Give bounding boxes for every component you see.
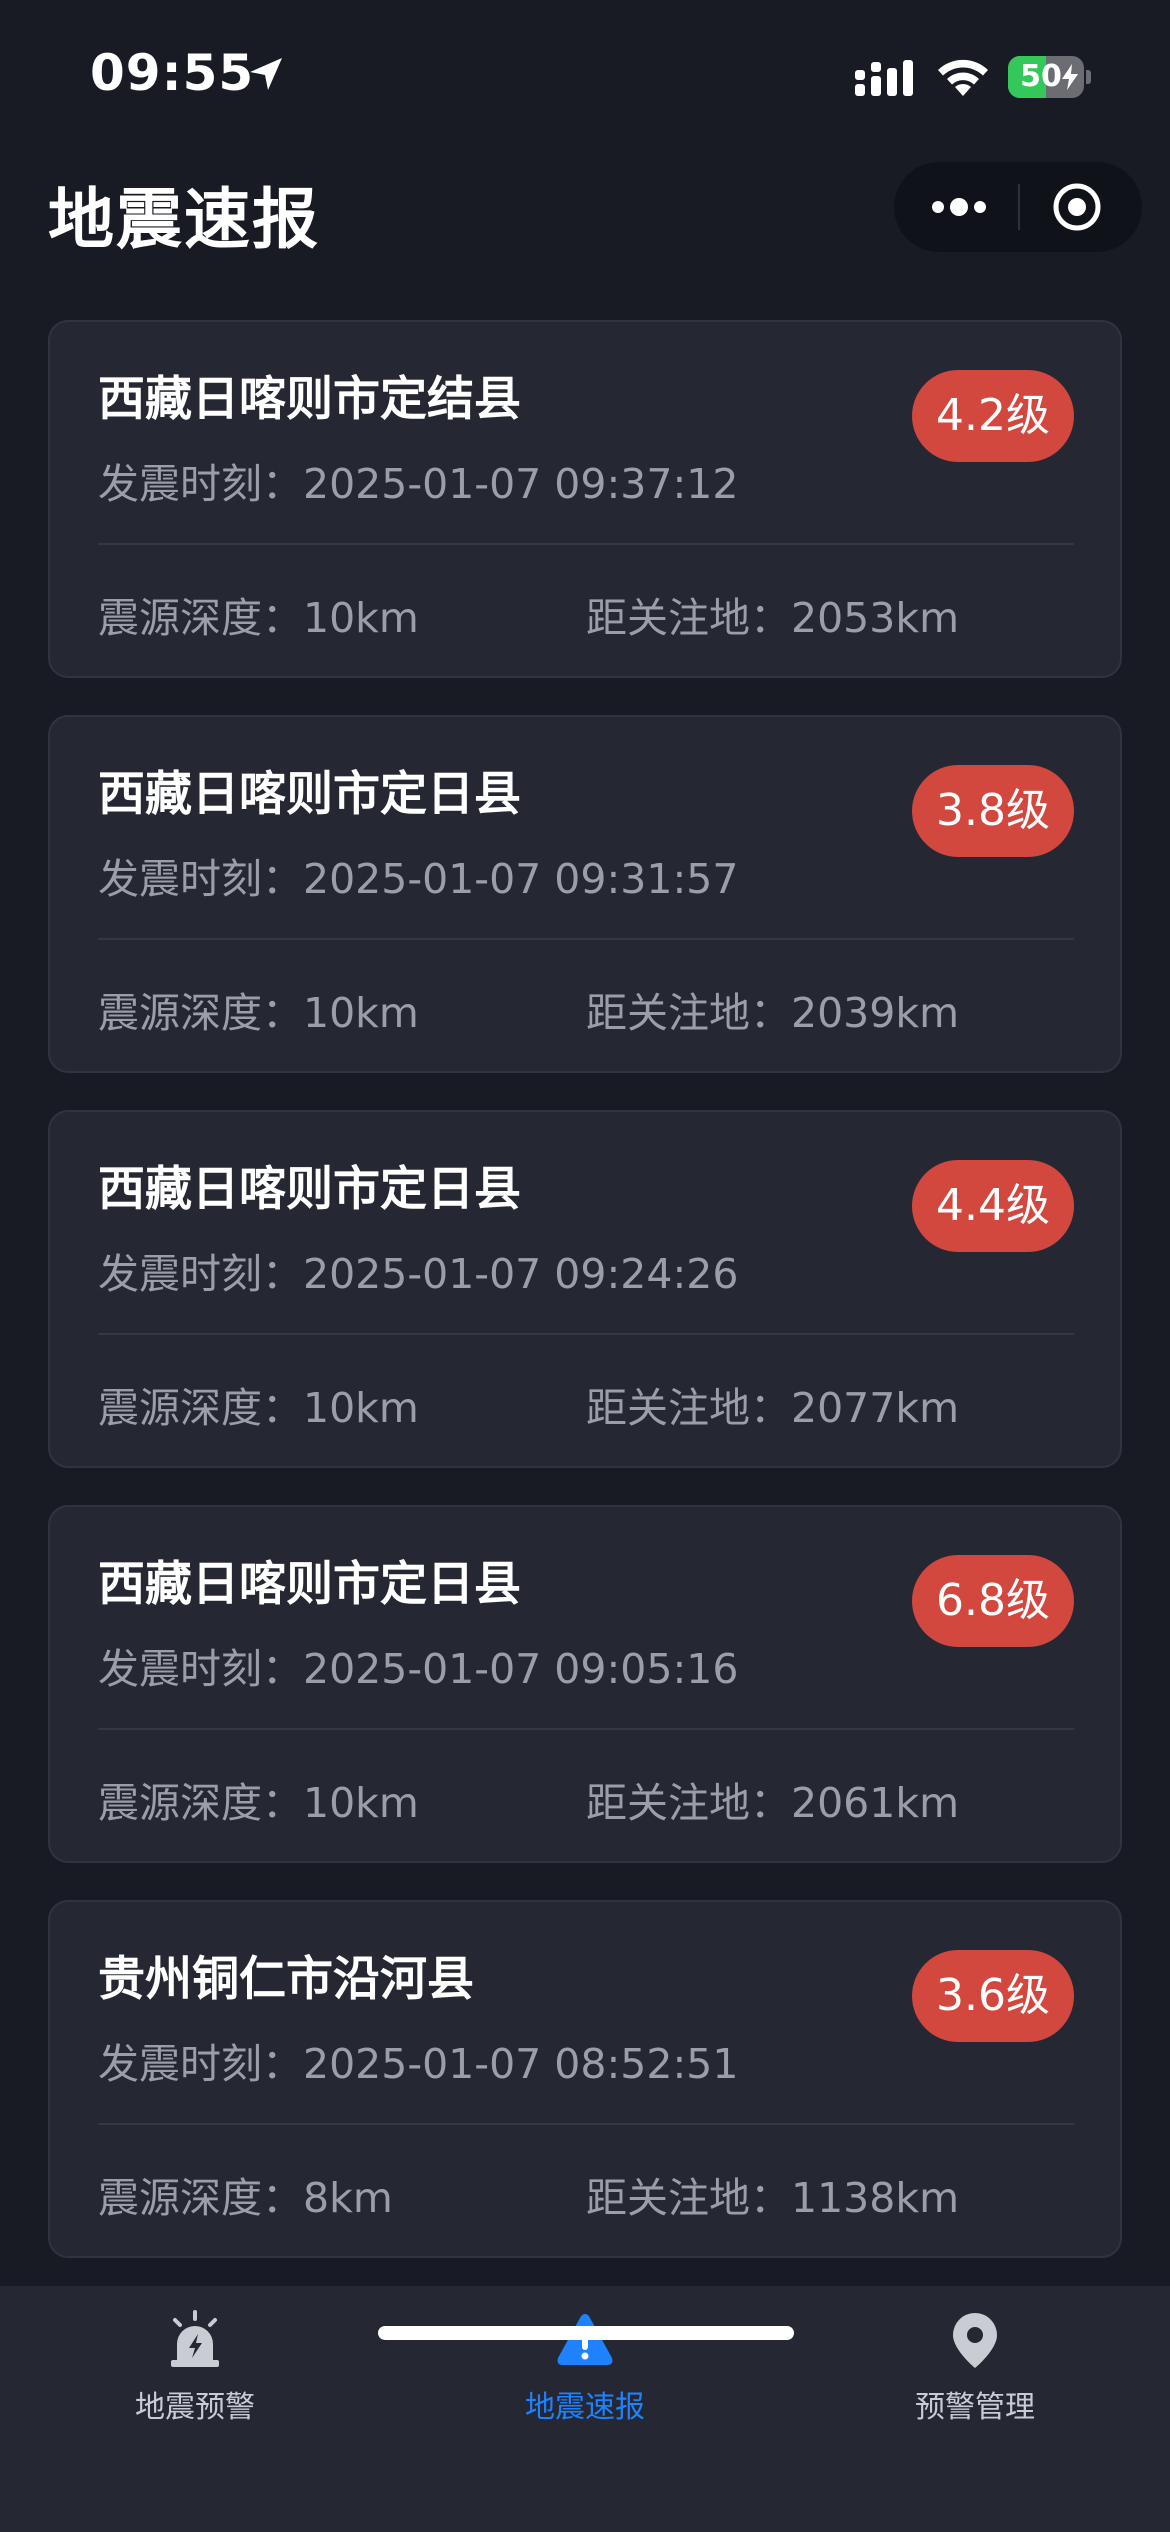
home-indicator[interactable] xyxy=(378,2326,794,2340)
quake-list: 西藏日喀则市定结县 4.2级 发震时刻：2025-01-07 09:37:12 … xyxy=(48,320,1122,2295)
quake-card[interactable]: 西藏日喀则市定结县 4.2级 发震时刻：2025-01-07 09:37:12 … xyxy=(48,320,1122,678)
alarm-icon xyxy=(171,2310,219,2367)
battery-body: 50 xyxy=(1008,56,1084,98)
screen: 09:55 50 地震速报 西藏日喀则市定结县 4.2级 发震时刻：2025-0… xyxy=(0,0,1170,2532)
card-divider xyxy=(98,543,1074,545)
charging-bolt-icon xyxy=(1062,64,1078,90)
page-title: 地震速报 xyxy=(48,181,320,258)
quake-depth: 震源深度：10km xyxy=(98,989,419,1037)
status-time: 09:55 xyxy=(90,44,255,102)
quake-distance: 距关注地：2053km xyxy=(586,594,960,642)
card-divider xyxy=(98,1728,1074,1730)
magnitude-badge: 3.8级 xyxy=(912,765,1074,857)
quake-time: 发震时刻：2025-01-07 09:05:16 xyxy=(98,1645,739,1693)
quake-time: 发震时刻：2025-01-07 09:31:57 xyxy=(98,855,739,903)
quake-depth: 震源深度：10km xyxy=(98,594,419,642)
quake-distance: 距关注地：2061km xyxy=(586,1779,960,1827)
quake-distance: 距关注地：1138km xyxy=(586,2174,960,2222)
quake-distance: 距关注地：2039km xyxy=(586,989,960,1037)
quake-depth: 震源深度：10km xyxy=(98,1384,419,1432)
quake-time: 发震时刻：2025-01-07 09:37:12 xyxy=(98,460,739,508)
close-target-icon[interactable] xyxy=(1052,182,1102,232)
battery-cap xyxy=(1086,70,1091,84)
quake-card[interactable]: 西藏日喀则市定日县 4.4级 发震时刻：2025-01-07 09:24:26 … xyxy=(48,1110,1122,1468)
quake-distance: 距关注地：2077km xyxy=(586,1384,960,1432)
quake-location: 西藏日喀则市定日县 xyxy=(98,1557,521,1612)
tab-earthquake-warning[interactable]: 地震预警 xyxy=(0,2286,390,2466)
magnitude-badge: 4.2级 xyxy=(912,370,1074,462)
magnitude-badge: 3.6级 xyxy=(912,1950,1074,2042)
capsule-divider xyxy=(1018,184,1020,230)
tab-label: 地震预警 xyxy=(135,2390,255,2425)
location-pin-icon xyxy=(953,2313,997,2368)
magnitude-badge: 6.8级 xyxy=(912,1555,1074,1647)
quake-location: 西藏日喀则市定日县 xyxy=(98,1162,521,1217)
quake-time: 发震时刻：2025-01-07 08:52:51 xyxy=(98,2040,739,2088)
tab-warning-management[interactable]: 预警管理 xyxy=(780,2286,1170,2466)
wifi-icon xyxy=(938,59,988,96)
card-divider xyxy=(98,938,1074,940)
quake-location: 西藏日喀则市定日县 xyxy=(98,767,521,822)
quake-time: 发震时刻：2025-01-07 09:24:26 xyxy=(98,1250,739,1298)
tab-bar: 地震预警 地震速报 预警管理 xyxy=(0,2286,1170,2532)
location-arrow-icon xyxy=(250,58,282,90)
magnitude-badge: 4.4级 xyxy=(912,1160,1074,1252)
tab-earthquake-report[interactable]: 地震速报 xyxy=(390,2286,780,2466)
more-dots-icon[interactable] xyxy=(924,187,994,227)
quake-card[interactable]: 西藏日喀则市定日县 3.8级 发震时刻：2025-01-07 09:31:57 … xyxy=(48,715,1122,1073)
battery-indicator: 50 xyxy=(1008,56,1091,98)
alert-icon xyxy=(557,2314,613,2365)
quake-card[interactable]: 贵州铜仁市沿河县 3.6级 发震时刻：2025-01-07 08:52:51 震… xyxy=(48,1900,1122,2258)
cellular-signal-icon xyxy=(855,60,913,96)
miniprogram-capsule xyxy=(894,162,1142,252)
status-bar: 09:55 50 xyxy=(0,0,1170,150)
quake-depth: 震源深度：8km xyxy=(98,2174,393,2222)
quake-location: 西藏日喀则市定结县 xyxy=(98,372,521,427)
tab-label: 预警管理 xyxy=(915,2390,1035,2425)
quake-depth: 震源深度：10km xyxy=(98,1779,419,1827)
quake-card[interactable]: 西藏日喀则市定日县 6.8级 发震时刻：2025-01-07 09:05:16 … xyxy=(48,1505,1122,1863)
card-divider xyxy=(98,1333,1074,1335)
card-divider xyxy=(98,2123,1074,2125)
quake-location: 贵州铜仁市沿河县 xyxy=(98,1952,474,2007)
tab-label: 地震速报 xyxy=(525,2390,645,2425)
